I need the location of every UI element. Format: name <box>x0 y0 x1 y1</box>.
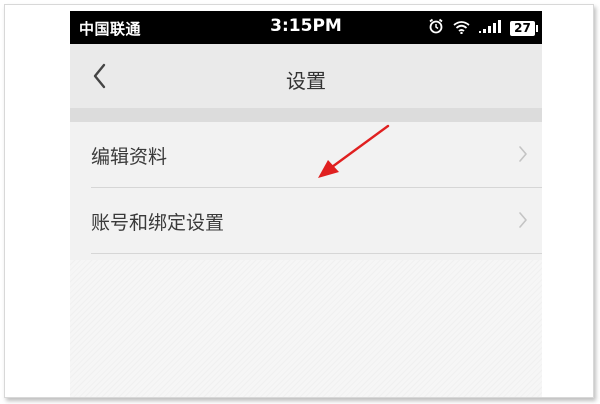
page-title: 设置 <box>286 69 326 93</box>
settings-menu: 编辑资料 账号和绑定设置 <box>70 122 542 260</box>
chevron-right-icon <box>519 146 527 162</box>
menu-item-account-binding[interactable]: 账号和绑定设置 <box>70 188 542 254</box>
section-separator <box>70 108 542 122</box>
status-bar: 中国联通 3:15PM 27 <box>70 11 542 44</box>
chevron-right-icon <box>519 212 527 228</box>
signal-icon <box>479 19 501 38</box>
wifi-icon <box>453 19 470 38</box>
alarm-icon <box>428 18 444 38</box>
menu-item-edit-profile[interactable]: 编辑资料 <box>70 122 542 188</box>
status-icons: 27 <box>428 18 538 38</box>
nav-bar: 设置 <box>70 44 542 108</box>
phone-screen: 中国联通 3:15PM 27 设置 编辑资料 账号和绑定设置 <box>70 11 542 397</box>
menu-item-label: 账号和绑定设置 <box>91 212 225 234</box>
screenshot-frame: 中国联通 3:15PM 27 设置 编辑资料 账号和绑定设置 <box>4 4 594 398</box>
empty-content-area <box>70 260 542 397</box>
divider <box>91 253 542 254</box>
battery-icon: 27 <box>510 20 538 36</box>
menu-item-label: 编辑资料 <box>91 146 168 168</box>
